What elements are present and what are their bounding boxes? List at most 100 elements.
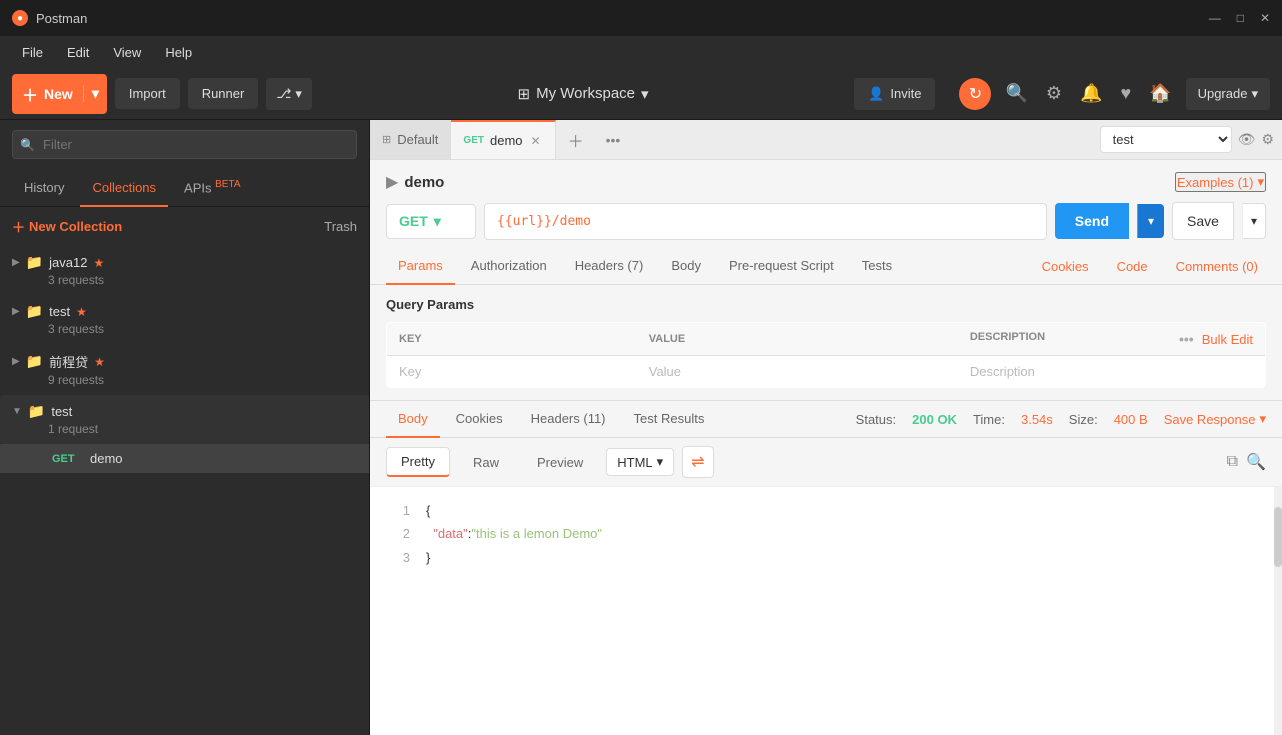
tab-more-button[interactable]: •••: [596, 132, 631, 148]
time-label: Time:: [973, 412, 1005, 427]
request-row: GET ▾ Send ▾ Save ▾: [386, 202, 1266, 240]
format-tab-preview[interactable]: Preview: [522, 448, 598, 477]
wrap-button[interactable]: ⇌: [682, 446, 713, 478]
req-tab-prerequest[interactable]: Pre-request Script: [717, 248, 846, 285]
resp-tab-headers[interactable]: Headers (11): [519, 401, 618, 438]
filter-input[interactable]: [12, 130, 357, 159]
cookies-link[interactable]: Cookies: [1034, 249, 1097, 284]
tab-close-icon[interactable]: ✕: [529, 132, 543, 150]
toolbar: ＋ New ▾ Import Runner ⎇ ▾ ⊞ My Workspace…: [0, 68, 1282, 120]
format-tab-pretty[interactable]: Pretty: [386, 447, 450, 477]
learn-button[interactable]: 🏠: [1145, 79, 1175, 108]
sidebar: 🔍 History Collections APIs BETA ＋ New Co…: [0, 120, 370, 735]
import-button[interactable]: Import: [115, 78, 180, 109]
new-dropdown-icon[interactable]: ▾: [83, 85, 107, 102]
gear-icon[interactable]: ⚙: [1261, 131, 1274, 148]
chevron-right-icon: ▶: [12, 257, 20, 268]
tab-history[interactable]: History: [12, 170, 76, 207]
tab-default[interactable]: ⊞ Default: [370, 120, 451, 159]
examples-button[interactable]: Examples (1) ▾: [1175, 172, 1266, 192]
req-tab-params[interactable]: Params: [386, 248, 455, 285]
sync-button[interactable]: ↻: [959, 78, 991, 110]
window-controls[interactable]: — □ ✕: [1209, 11, 1270, 25]
request-expand-icon[interactable]: ▶: [386, 172, 398, 192]
req-tab-body[interactable]: Body: [659, 248, 713, 285]
search-response-button[interactable]: 🔍: [1246, 452, 1266, 472]
req-tab-tests[interactable]: Tests: [850, 248, 904, 285]
search-icon: 🔍: [20, 138, 35, 152]
code-content: }: [426, 546, 430, 569]
workspace-button[interactable]: ⊞ My Workspace ▾: [518, 85, 649, 103]
tab-demo[interactable]: GET demo ✕: [451, 120, 555, 159]
comments-link[interactable]: Comments (0): [1168, 249, 1266, 284]
format-select[interactable]: HTML ▾: [606, 448, 674, 476]
list-item[interactable]: ▶ 📁 java12 ★ 3 requests: [0, 246, 369, 295]
resp-tab-test-results[interactable]: Test Results: [622, 401, 717, 438]
scrollbar-thumb[interactable]: [1274, 507, 1282, 567]
code-content: {: [426, 499, 430, 522]
notifications-button[interactable]: 🔔: [1076, 79, 1106, 108]
collection-name: java12: [49, 255, 87, 270]
invite-label: Invite: [890, 86, 921, 101]
key-cell[interactable]: Key: [387, 356, 637, 388]
save-response-button[interactable]: Save Response ▾: [1164, 411, 1266, 427]
value-cell[interactable]: Value: [637, 356, 958, 388]
save-button[interactable]: Save: [1172, 202, 1234, 240]
line-number: 1: [386, 499, 410, 522]
response-tabs: Body Cookies Headers (11) Test Results S…: [370, 401, 1282, 438]
tab-apis[interactable]: APIs BETA: [172, 169, 252, 207]
send-button[interactable]: Send: [1055, 203, 1129, 239]
menu-help[interactable]: Help: [155, 41, 202, 64]
tab-add-button[interactable]: ＋: [556, 128, 596, 152]
new-button[interactable]: ＋ New ▾: [12, 74, 107, 114]
method-select[interactable]: GET ▾: [386, 204, 476, 239]
folder-icon: 📁: [28, 403, 45, 420]
bulk-edit-button[interactable]: Bulk Edit: [1202, 332, 1253, 347]
minimize-button[interactable]: —: [1209, 11, 1221, 25]
resp-tab-cookies[interactable]: Cookies: [444, 401, 515, 438]
list-item[interactable]: ▶ 📁 test ★ 3 requests: [0, 295, 369, 344]
fork-button[interactable]: ⎇ ▾: [266, 78, 312, 110]
content-tabs: ⊞ Default GET demo ✕ ＋ ••• test No Envir…: [370, 120, 1282, 160]
url-input[interactable]: [484, 203, 1047, 240]
req-tab-headers[interactable]: Headers (7): [563, 248, 656, 285]
collection-name: 前程贷: [49, 352, 88, 371]
status-info: Status: 200 OK Time: 3.54s Size: 400 B S…: [856, 411, 1266, 427]
menu-edit[interactable]: Edit: [57, 41, 99, 64]
request-item[interactable]: GET demo: [0, 444, 369, 473]
new-label: New: [44, 86, 73, 102]
upgrade-button[interactable]: Upgrade ▾: [1186, 78, 1270, 110]
req-tab-authorization[interactable]: Authorization: [459, 248, 559, 285]
runner-button[interactable]: Runner: [188, 78, 259, 109]
eye-icon[interactable]: 👁: [1238, 131, 1256, 148]
new-collection-label: New Collection: [29, 219, 122, 234]
list-item[interactable]: ▼ 📁 test 1 request: [0, 395, 369, 444]
new-collection-plus-icon: ＋: [12, 217, 25, 236]
more-options-icon[interactable]: •••: [1179, 331, 1194, 347]
format-tab-raw[interactable]: Raw: [458, 448, 514, 477]
description-cell[interactable]: Description: [958, 356, 1266, 388]
resp-tab-body[interactable]: Body: [386, 401, 440, 438]
copy-button[interactable]: ⧉: [1227, 452, 1238, 472]
maximize-button[interactable]: □: [1237, 11, 1244, 25]
heart-button[interactable]: ♥: [1116, 79, 1135, 108]
settings-button[interactable]: ⚙: [1042, 79, 1066, 108]
environment-select[interactable]: test No Environment: [1100, 126, 1232, 153]
new-collection-button[interactable]: ＋ New Collection: [12, 217, 122, 236]
trash-button[interactable]: Trash: [324, 219, 357, 234]
sidebar-tabs: History Collections APIs BETA: [0, 169, 369, 207]
collection-name: test: [51, 404, 72, 419]
scrollbar[interactable]: [1274, 487, 1282, 735]
method-badge: GET: [52, 453, 82, 465]
tab-collections[interactable]: Collections: [80, 170, 168, 207]
search-button[interactable]: 🔍: [1001, 79, 1031, 108]
close-button[interactable]: ✕: [1260, 11, 1270, 25]
code-link[interactable]: Code: [1109, 249, 1156, 284]
save-dropdown-button[interactable]: ▾: [1242, 203, 1266, 239]
menu-view[interactable]: View: [103, 41, 151, 64]
invite-button[interactable]: 👤 Invite: [854, 78, 935, 110]
list-item[interactable]: ▶ 📁 前程贷 ★ 9 requests: [0, 344, 369, 395]
main-layout: 🔍 History Collections APIs BETA ＋ New Co…: [0, 120, 1282, 735]
menu-file[interactable]: File: [12, 41, 53, 64]
send-dropdown-button[interactable]: ▾: [1137, 204, 1164, 238]
